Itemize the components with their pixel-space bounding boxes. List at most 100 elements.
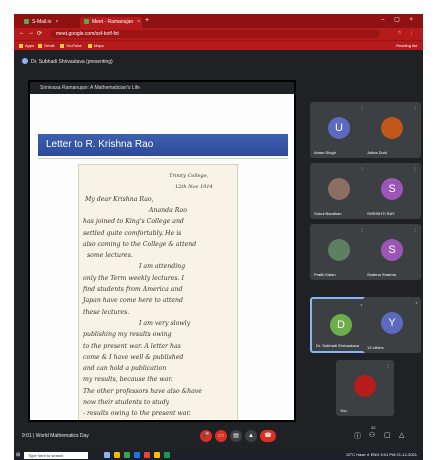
leave-call-button[interactable]: ☎ xyxy=(260,430,276,442)
participant-tile[interactable]: U Aman Singh ⋮ xyxy=(310,102,368,158)
participant-name: You xyxy=(340,408,347,413)
new-tab-button[interactable]: + xyxy=(145,17,149,24)
chrome-icon[interactable] xyxy=(124,452,130,458)
letter-line: - results owing to the present war. xyxy=(83,410,191,418)
bookmark-item[interactable]: Maps xyxy=(88,43,104,48)
sheets-icon[interactable] xyxy=(164,452,170,458)
edge-icon[interactable] xyxy=(134,452,140,458)
mail-favicon-icon xyxy=(24,19,29,24)
camera-off-button[interactable]: ▭ xyxy=(215,430,227,442)
letter-line: my results, because the war. xyxy=(83,376,173,384)
mic-on-icon: • xyxy=(360,302,362,307)
participant-tile[interactable]: D Dr. Subhadi Shrivastava • xyxy=(310,297,368,353)
mic-muted-icon: ⋮ xyxy=(413,166,417,171)
slide-title-bar: Letter to R. Krishna Rao xyxy=(38,134,288,156)
reading-list[interactable]: Reading list xyxy=(396,43,417,48)
avatar xyxy=(328,178,350,200)
mail-app-icon[interactable] xyxy=(144,452,150,458)
participant-tile[interactable]: S SHRISHTI RAY ⋮ xyxy=(363,163,421,219)
slide-divider xyxy=(38,158,288,159)
participant-tile[interactable]: S Shabna Sharma ⋮ xyxy=(363,224,421,280)
forward-icon[interactable]: → xyxy=(28,30,34,36)
letter-line: and can hold a publication xyxy=(83,365,167,373)
participant-name: Gokul Bandhan xyxy=(314,211,342,216)
participant-name: 13 others xyxy=(367,345,384,350)
activities-icon[interactable]: △ xyxy=(399,431,404,439)
bookmark-item[interactable]: Gmail xyxy=(38,43,54,48)
bookmarks-bar: Apps Gmail YouTube Maps Reading list xyxy=(14,40,423,50)
participant-name: Jolina Dudi xyxy=(367,150,387,155)
browser-tab-mail[interactable]: S-Mail.io × xyxy=(20,17,78,28)
chat-icon[interactable]: ▢ xyxy=(384,431,391,439)
mic-off-button[interactable]: 🎤 xyxy=(200,430,212,442)
present-button[interactable]: ▲ xyxy=(245,430,257,442)
back-icon[interactable]: ← xyxy=(19,30,25,36)
mic-on-icon: • xyxy=(415,300,417,305)
youtube-icon xyxy=(60,44,64,48)
participant-tile[interactable]: You ⋮ xyxy=(336,360,394,416)
letter-line: Trinity College, xyxy=(169,173,209,179)
letter-line: settled quite comfortably. He is xyxy=(83,229,182,237)
letter-line: Japan have come here to attend xyxy=(83,297,183,305)
participant-name: SHRISHTI RAY xyxy=(367,211,395,216)
bookmark-item[interactable]: YouTube xyxy=(60,43,82,48)
presenting-banner: Dr. Subhadi Shrivastava (presenting) xyxy=(22,58,113,68)
system-tray[interactable]: 22°C Haze ∧ ENG 9:01 PM 21-12-2021 xyxy=(346,452,417,457)
screen-frame: S-Mail.io × Meet - Ramanujan × + – ▢ × ← →… xyxy=(14,14,423,451)
letter-line: only the Term weekly lectures. I xyxy=(83,274,184,282)
people-icon[interactable]: ⚇ xyxy=(369,431,375,439)
bookmark-item[interactable]: Apps xyxy=(19,43,34,48)
meet-favicon-icon xyxy=(84,19,89,24)
avatar: S xyxy=(381,178,403,200)
slide-title: Letter to R. Krishna Rao xyxy=(46,139,154,150)
participant-tile[interactable]: Gokul Bandhan ⋮ xyxy=(310,163,368,219)
task-view-icon[interactable] xyxy=(104,452,110,458)
people-count: 22 xyxy=(371,425,376,430)
mic-muted-icon: ⋮ xyxy=(413,227,417,232)
letter-line: Ananda Rao xyxy=(149,206,187,214)
store-icon[interactable] xyxy=(154,452,160,458)
info-icon[interactable]: ⓘ xyxy=(354,431,361,441)
participant-tile[interactable]: Y 13 others • xyxy=(363,297,421,353)
mic-muted-icon: ⋮ xyxy=(413,105,417,110)
browser-tab-strip: S-Mail.io × Meet - Ramanujan × + – ▢ × xyxy=(14,14,423,28)
avatar: U xyxy=(328,117,350,139)
meeting-details: 9:01 | World Mathematics Day xyxy=(22,433,89,439)
url-field[interactable]: meet.google.com/xsf-bvtf-fxt xyxy=(50,30,380,38)
letter-line: these lectures. xyxy=(83,308,130,316)
letter-line: I am very slowly xyxy=(139,319,191,327)
avatar xyxy=(381,117,403,139)
participant-tile[interactable]: Pratik Kalan ⋮ xyxy=(310,224,368,280)
letter-line: has joined to King's College and xyxy=(83,218,184,226)
letter-line: My dear Krishna Rao, xyxy=(85,195,154,203)
avatar xyxy=(328,239,350,261)
meet-window: Dr. Subhadi Shrivastava (presenting) Sri… xyxy=(14,50,423,451)
participant-name: Aman Singh xyxy=(314,150,336,155)
mic-muted-icon: ⋮ xyxy=(386,363,390,368)
window-controls[interactable]: – ▢ × xyxy=(381,16,417,23)
address-actions[interactable]: ☆ ⋮ xyxy=(397,30,417,36)
browser-tab-meet[interactable]: Meet - Ramanujan × xyxy=(80,17,142,28)
handwritten-letter: Trinity College, 12th Nov 1914 My dear Kri… xyxy=(78,164,238,420)
address-bar-row: ← → ⟳ meet.google.com/xsf-bvtf-fxt ☆ ⋮ xyxy=(14,28,423,40)
letter-line: The other professors have also &have xyxy=(83,387,202,395)
slide-header: Srinivasa Ramanujan: A Mathematician's L… xyxy=(30,82,294,94)
windows-taskbar: ⊞ Type here to search 22°C Haze ∧ ENG 9:… xyxy=(14,451,423,460)
file-explorer-icon[interactable] xyxy=(114,452,120,458)
participant-tile[interactable]: Jolina Dudi ⋮ xyxy=(363,102,421,158)
reload-icon[interactable]: ⟳ xyxy=(37,30,42,37)
close-tab-icon[interactable]: × xyxy=(137,19,140,25)
avatar: S xyxy=(381,239,403,261)
letter-line: to the present war. A letter has xyxy=(83,342,181,350)
close-tab-icon[interactable]: × xyxy=(55,19,58,25)
avatar: D xyxy=(330,314,352,336)
letter-line: come & I have well & published xyxy=(83,353,184,361)
letter-line: some lectures. xyxy=(87,252,133,260)
avatar xyxy=(354,375,376,397)
windows-start-icon[interactable]: ⊞ xyxy=(16,452,20,458)
captions-button[interactable]: ▤ xyxy=(230,430,242,442)
taskbar-search[interactable]: Type here to search xyxy=(24,452,88,459)
apps-icon xyxy=(19,44,23,48)
letter-line: now their students to study xyxy=(83,399,170,406)
letter-line: find students from America and xyxy=(83,286,183,293)
